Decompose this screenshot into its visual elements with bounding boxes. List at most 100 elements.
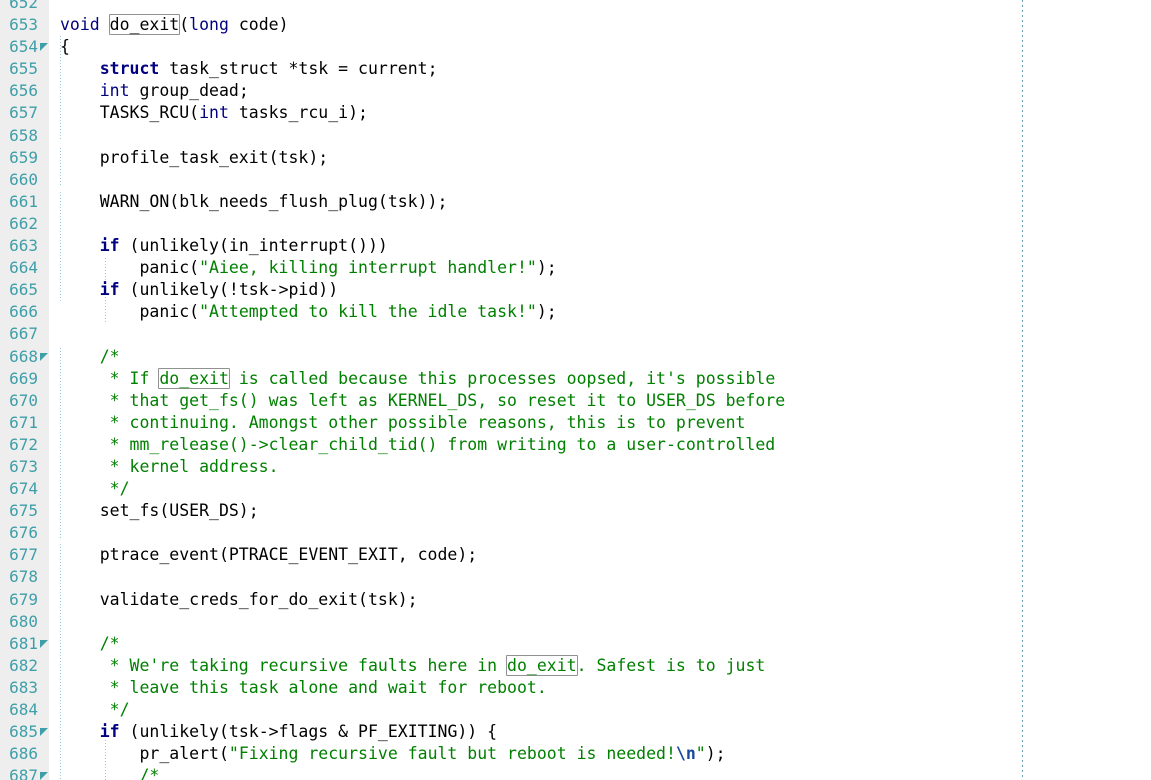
code-line[interactable]: struct task_struct *tsk = current;: [49, 58, 1151, 80]
code-line[interactable]: * If do_exit is called because this proc…: [49, 367, 1151, 390]
code-line[interactable]: * mm_release()->clear_child_tid() from w…: [49, 434, 1151, 456]
line-number[interactable]: 660: [0, 169, 49, 191]
line-number[interactable]: 685: [0, 721, 49, 743]
code-line[interactable]: panic("Aiee, killing interrupt handler!"…: [49, 257, 1151, 279]
code-line[interactable]: * continuing. Amongst other possible rea…: [49, 412, 1151, 434]
code-token: * continuing. Amongst other possible rea…: [60, 412, 746, 432]
code-token: panic(: [60, 302, 200, 322]
code-line[interactable]: * leave this task alone and wait for reb…: [49, 677, 1151, 699]
line-number[interactable]: 655: [0, 58, 49, 80]
line-number[interactable]: 669: [0, 368, 49, 390]
line-number[interactable]: 659: [0, 147, 49, 169]
code-line[interactable]: */: [49, 699, 1151, 721]
code-fold-triangle-icon[interactable]: [40, 352, 48, 361]
code-line[interactable]: {: [49, 36, 1151, 58]
line-number[interactable]: 677: [0, 544, 49, 566]
code-token: * kernel address.: [60, 456, 279, 476]
code-line[interactable]: validate_creds_for_do_exit(tsk);: [49, 589, 1151, 611]
code-line[interactable]: panic("Attempted to kill the idle task!"…: [49, 301, 1151, 323]
code-line[interactable]: /*: [49, 765, 1151, 780]
code-token: set_fs(USER_DS);: [60, 501, 259, 521]
line-number[interactable]: 668: [0, 346, 49, 368]
code-line[interactable]: WARN_ON(blk_needs_flush_plug(tsk));: [49, 191, 1151, 213]
line-number[interactable]: 664: [0, 257, 49, 279]
code-fold-triangle-icon[interactable]: [40, 43, 48, 52]
code-fold-triangle-icon[interactable]: [40, 728, 48, 737]
code-line[interactable]: [49, 323, 1151, 345]
code-line[interactable]: pr_alert("Fixing recursive fault but reb…: [49, 743, 1151, 765]
line-number[interactable]: 680: [0, 611, 49, 633]
code-line[interactable]: if (unlikely(in_interrupt())): [49, 235, 1151, 257]
code-line[interactable]: * that get_fs() was left as KERNEL_DS, s…: [49, 390, 1151, 412]
code-token: WARN_ON(blk_needs_flush_plug(tsk));: [60, 191, 448, 211]
line-number[interactable]: 687: [0, 765, 49, 780]
line-number[interactable]: 674: [0, 478, 49, 500]
code-token: "Fixing recursive fault but reboot is ne…: [228, 744, 676, 764]
code-line[interactable]: [49, 522, 1151, 544]
code-line[interactable]: [49, 566, 1151, 588]
code-token: * leave this task alone and wait for reb…: [60, 677, 547, 697]
code-fold-triangle-icon[interactable]: [40, 639, 48, 648]
code-text-area[interactable]: void do_exit(long code){ struct task_str…: [49, 0, 1151, 780]
line-number[interactable]: 681: [0, 633, 49, 655]
line-number[interactable]: 662: [0, 213, 49, 235]
code-token: is called because this processes oopsed,…: [228, 368, 776, 388]
line-number[interactable]: 673: [0, 456, 49, 478]
code-fold-triangle-icon[interactable]: [40, 772, 48, 780]
line-number[interactable]: 656: [0, 80, 49, 102]
code-line[interactable]: [49, 0, 1151, 14]
line-number[interactable]: 682: [0, 655, 49, 677]
code-line[interactable]: * We're taking recursive faults here in …: [49, 654, 1151, 677]
line-number[interactable]: 667: [0, 323, 49, 345]
line-number[interactable]: 652: [0, 0, 49, 14]
code-line[interactable]: /*: [49, 346, 1151, 368]
line-number-gutter[interactable]: 652 653 654 655 656 657 658 659 660 661 662 663 664 6…: [0, 0, 49, 780]
line-number[interactable]: 678: [0, 566, 49, 588]
code-token: ": [695, 744, 706, 764]
line-number[interactable]: 653: [0, 14, 49, 36]
line-number[interactable]: 665: [0, 279, 49, 301]
occurrence-highlight: do_exit: [158, 367, 230, 389]
code-line[interactable]: TASKS_RCU(int tasks_rcu_i);: [49, 102, 1151, 124]
line-number[interactable]: 657: [0, 102, 49, 124]
line-number[interactable]: 663: [0, 235, 49, 257]
code-line[interactable]: profile_task_exit(tsk);: [49, 147, 1151, 169]
code-line[interactable]: if (unlikely(tsk->flags & PF_EXITING)) {: [49, 721, 1151, 743]
code-token: struct: [99, 59, 160, 79]
line-number[interactable]: 675: [0, 500, 49, 522]
code-line[interactable]: set_fs(USER_DS);: [49, 500, 1151, 522]
code-line[interactable]: [49, 611, 1151, 633]
code-line[interactable]: * kernel address.: [49, 456, 1151, 478]
code-token: );: [536, 302, 557, 322]
code-token: */: [60, 700, 130, 719]
code-line[interactable]: [49, 213, 1151, 235]
code-token: /*: [60, 346, 120, 366]
code-line[interactable]: */: [49, 478, 1151, 500]
code-line[interactable]: void do_exit(long code): [49, 14, 1151, 36]
code-line[interactable]: if (unlikely(!tsk->pid)): [49, 279, 1151, 301]
code-token: "Aiee, killing interrupt handler!": [199, 258, 537, 278]
line-number[interactable]: 686: [0, 743, 49, 765]
line-number[interactable]: 676: [0, 522, 49, 544]
line-number[interactable]: 661: [0, 191, 49, 213]
line-number[interactable]: 684: [0, 699, 49, 721]
code-token: * mm_release()->clear_child_tid() from w…: [60, 434, 776, 454]
code-line[interactable]: [49, 169, 1151, 191]
line-number[interactable]: 666: [0, 301, 49, 323]
line-number[interactable]: 679: [0, 589, 49, 611]
code-editor[interactable]: void do_exit(long code){ struct task_str…: [0, 0, 1151, 780]
line-number[interactable]: 658: [0, 125, 49, 147]
line-number[interactable]: 672: [0, 434, 49, 456]
line-number[interactable]: 671: [0, 412, 49, 434]
code-line[interactable]: ptrace_event(PTRACE_EVENT_EXIT, code);: [49, 544, 1151, 566]
line-number[interactable]: 683: [0, 677, 49, 699]
code-line[interactable]: /*: [49, 633, 1151, 655]
code-line[interactable]: [49, 125, 1151, 147]
code-line[interactable]: int group_dead;: [49, 80, 1151, 102]
line-number[interactable]: 670: [0, 390, 49, 412]
code-token: * We're taking recursive faults here in: [60, 655, 508, 675]
line-number[interactable]: 654: [0, 36, 49, 58]
code-token: if: [99, 280, 120, 300]
